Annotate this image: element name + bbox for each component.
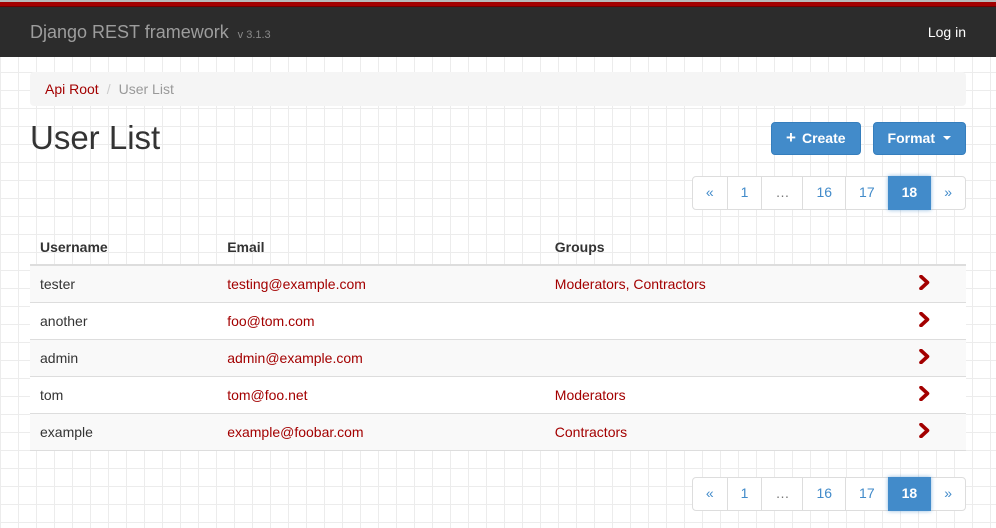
page-16: 16	[803, 176, 846, 210]
login-link[interactable]: Log in	[928, 24, 966, 40]
email-link[interactable]: tom@foo.net	[227, 387, 307, 403]
username-cell: another	[30, 303, 217, 340]
page-prev-link[interactable]: «	[692, 477, 728, 511]
page-ellipsis: …	[762, 477, 803, 511]
table-row: tester testing@example.com Moderators, C…	[30, 265, 966, 303]
page-prev: «	[692, 176, 728, 210]
row-detail-chevron-icon[interactable]	[919, 349, 930, 364]
email-link[interactable]: foo@tom.com	[227, 313, 314, 329]
page-prev-link[interactable]: «	[692, 176, 728, 210]
page-18-link[interactable]: 18	[888, 477, 932, 511]
username-cell: tom	[30, 377, 217, 414]
header-username: Username	[30, 230, 217, 265]
page-18-active: 18	[889, 477, 932, 511]
page-16: 16	[803, 477, 846, 511]
format-button-label: Format	[888, 130, 935, 146]
create-button[interactable]: + Create	[771, 122, 861, 155]
page-16-link[interactable]: 16	[802, 477, 846, 511]
row-detail-chevron-icon[interactable]	[919, 386, 930, 401]
header-email: Email	[217, 230, 545, 265]
page-next: »	[931, 477, 966, 511]
navbar-version: v 3.1.3	[238, 29, 271, 41]
page-17-link[interactable]: 17	[845, 477, 889, 511]
username-cell: tester	[30, 265, 217, 303]
username-cell: admin	[30, 340, 217, 377]
navbar-brand-link[interactable]: Django REST framework	[30, 22, 229, 42]
page-prev: «	[692, 477, 728, 511]
email-link[interactable]: example@foobar.com	[227, 424, 363, 440]
create-button-label: Create	[802, 130, 846, 146]
caret-down-icon	[943, 136, 951, 140]
page-next-link[interactable]: »	[930, 477, 966, 511]
row-detail-chevron-icon[interactable]	[919, 312, 930, 327]
breadcrumb: Api Root / User List	[30, 72, 966, 106]
page-ellipsis-label: …	[761, 176, 803, 210]
page-1-link[interactable]: 1	[727, 477, 763, 511]
breadcrumb-separator: /	[99, 81, 119, 97]
table-row: another foo@tom.com	[30, 303, 966, 340]
navbar-brand-group: Django REST framework v 3.1.3	[30, 22, 271, 43]
groups-link[interactable]: Moderators, Contractors	[555, 276, 706, 292]
groups-link[interactable]: Moderators	[555, 387, 626, 403]
page-1: 1	[728, 176, 763, 210]
page-17: 17	[846, 477, 889, 511]
page-18-link[interactable]: 18	[888, 176, 932, 210]
pagination-top-row: « 1 … 16 17 18 »	[30, 176, 966, 210]
title-row: User List + Create Format	[30, 120, 966, 156]
page-18-active: 18	[889, 176, 932, 210]
row-detail-chevron-icon[interactable]	[919, 275, 930, 290]
top-accent-bar	[0, 0, 996, 7]
page-1-link[interactable]: 1	[727, 176, 763, 210]
main-content: Api Root / User List User List + Create …	[30, 72, 966, 511]
pagination-bottom: « 1 … 16 17 18 »	[692, 477, 966, 511]
table-row: admin admin@example.com	[30, 340, 966, 377]
page-next-link[interactable]: »	[930, 176, 966, 210]
email-link[interactable]: testing@example.com	[227, 276, 366, 292]
page-17-link[interactable]: 17	[845, 176, 889, 210]
header-detail	[891, 230, 966, 265]
table-row: tom tom@foo.net Moderators	[30, 377, 966, 414]
breadcrumb-api-root-link[interactable]: Api Root	[45, 81, 99, 97]
breadcrumb-current: User List	[119, 81, 174, 97]
plus-icon: +	[786, 129, 796, 146]
table-row: example example@foobar.com Contractors	[30, 414, 966, 451]
page-1: 1	[728, 477, 763, 511]
username-cell: example	[30, 414, 217, 451]
email-link[interactable]: admin@example.com	[227, 350, 363, 366]
navbar: Django REST framework v 3.1.3 Log in	[0, 7, 996, 57]
pagination-top: « 1 … 16 17 18 »	[692, 176, 966, 210]
page-ellipsis: …	[762, 176, 803, 210]
groups-link[interactable]: Contractors	[555, 424, 627, 440]
toolbar: + Create Format	[771, 122, 966, 155]
format-dropdown-button[interactable]: Format	[873, 122, 966, 155]
table-header: Username Email Groups	[30, 230, 966, 265]
page-next: »	[931, 176, 966, 210]
page-16-link[interactable]: 16	[802, 176, 846, 210]
user-list-table: Username Email Groups tester testing@exa…	[30, 230, 966, 451]
pagination-bottom-row: « 1 … 16 17 18 »	[30, 477, 966, 511]
page-17: 17	[846, 176, 889, 210]
header-groups: Groups	[545, 230, 891, 265]
page-title: User List	[30, 120, 160, 156]
page-ellipsis-label: …	[761, 477, 803, 511]
row-detail-chevron-icon[interactable]	[919, 423, 930, 438]
